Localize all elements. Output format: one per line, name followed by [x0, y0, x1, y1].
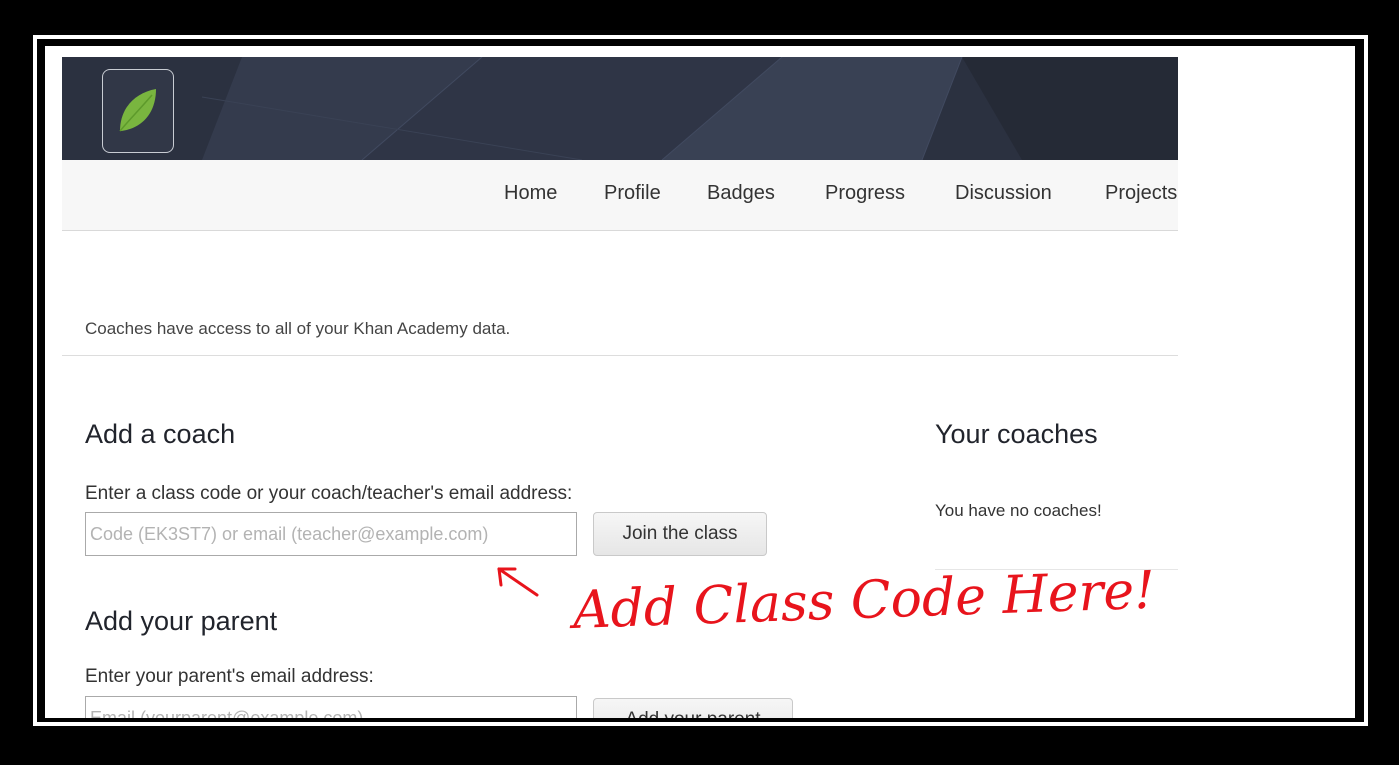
coach-access-info: Coaches have access to all of your Khan … [85, 319, 511, 338]
nav-projects[interactable]: Projects [1105, 182, 1177, 205]
parent-email-input[interactable] [85, 696, 577, 718]
nav-badges[interactable]: Badges [707, 182, 775, 205]
class-code-input[interactable] [85, 512, 577, 556]
no-coaches-message: You have no coaches! [935, 501, 1102, 520]
add-coach-label: Enter a class code or your coach/teacher… [85, 483, 573, 504]
leaf-icon [119, 89, 156, 132]
profile-nav: Home Profile Badges Progress Discussion … [62, 160, 1178, 231]
header-banner [62, 57, 1178, 160]
handwritten-annotation: Add Class Code Here! [571, 560, 1157, 641]
nav-profile[interactable]: Profile [604, 182, 661, 205]
add-parent-button[interactable]: Add your parent [593, 698, 793, 718]
nav-home[interactable]: Home [504, 182, 557, 205]
banner-pattern [201, 57, 1178, 160]
join-class-button[interactable]: Join the class [593, 512, 767, 556]
nav-discussion[interactable]: Discussion [955, 182, 1052, 205]
khan-academy-logo[interactable] [102, 69, 174, 153]
add-parent-heading: Add your parent [85, 606, 278, 636]
your-coaches-heading: Your coaches [935, 419, 1098, 449]
browser-viewport: Home Profile Badges Progress Discussion … [45, 46, 1355, 718]
nav-progress[interactable]: Progress [825, 182, 905, 205]
divider [62, 355, 1178, 356]
annotation-arrow-icon [497, 567, 539, 597]
add-coach-heading: Add a coach [85, 419, 236, 449]
add-parent-label: Enter your parent's email address: [85, 666, 374, 687]
